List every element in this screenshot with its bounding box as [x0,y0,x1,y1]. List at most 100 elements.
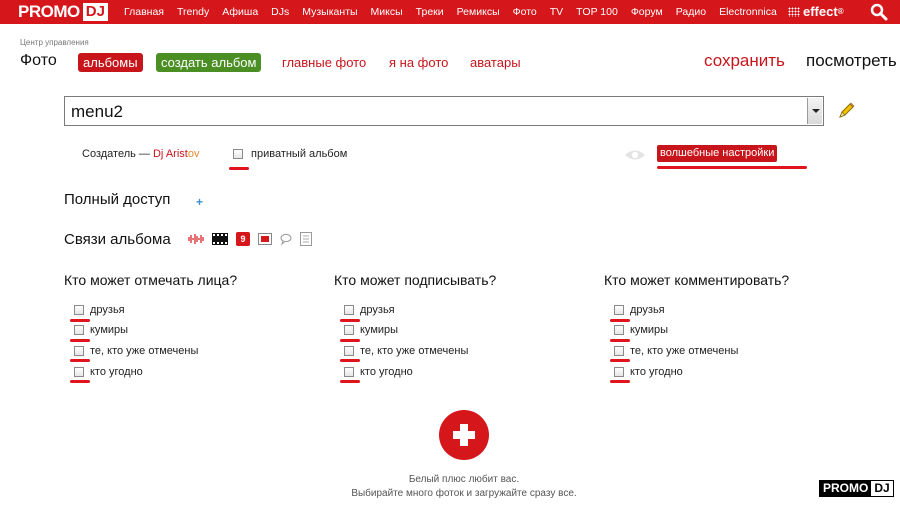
watermark-dj: DJ [871,481,893,496]
comment-icon[interactable] [280,233,292,245]
checkbox[interactable] [614,346,624,356]
film-icon[interactable] [212,233,228,245]
red-underline-mark [340,319,360,322]
creator-name-part2: ov [187,148,200,160]
nav-item-electronnica[interactable]: Electronnica [719,6,777,18]
link-avatars[interactable]: аватары [470,55,521,70]
sign-option-idols[interactable]: кумиры [344,324,398,336]
upload-plus-button[interactable] [439,410,489,460]
upload-note-line1: Белый плюс любит вас. [408,474,520,485]
red-underline-mark [610,339,630,342]
nav-item-trendy[interactable]: Trendy [177,6,209,18]
option-label: кто угодно [90,366,143,378]
page-title: Фото [20,52,57,69]
red-underline-mark [70,359,90,362]
links-badge[interactable]: 9 [236,232,250,246]
comment-option-friends[interactable]: друзья [614,304,665,316]
option-label: кумиры [90,324,129,336]
red-underline-mark [340,359,360,362]
comment-option-idols[interactable]: кумиры [614,324,668,336]
add-access-icon[interactable]: + [196,195,203,209]
save-button[interactable]: сохранить [704,51,785,71]
checkbox[interactable] [614,325,624,335]
red-underline-mark [340,380,360,383]
search-icon[interactable] [870,3,888,21]
sign-option-tagged[interactable]: те, кто уже отмечены [344,345,468,357]
private-album-checkbox[interactable] [233,149,243,159]
album-links-title: Связи альбома [64,231,171,248]
effect-dots-icon [788,6,800,17]
checkbox[interactable] [344,305,354,315]
soundwave-icon[interactable] [188,233,204,245]
document-icon[interactable] [300,232,312,246]
private-album-label: приватный альбом [251,148,348,160]
checkbox[interactable] [614,367,624,377]
nav-item-forum[interactable]: Форум [631,6,663,18]
album-select[interactable]: menu2 [64,96,824,126]
breadcrumb[interactable]: Центр управления [20,38,89,47]
nav-item-mixes[interactable]: Миксы [371,6,403,18]
nav-item-tv[interactable]: TV [550,6,563,18]
nav-item-photo[interactable]: Фото [513,6,537,18]
tag-faces-option-idols[interactable]: кумиры [74,324,128,336]
logo-promo-text: PROMO [18,2,80,21]
checkbox[interactable] [74,367,84,377]
tag-faces-option-tagged[interactable]: те, кто уже отмечены [74,345,198,357]
nav-item-musicians[interactable]: Музыканты [302,6,357,18]
creator-name-part1: Dj Arist [152,148,188,160]
full-access-title: Полный доступ [64,191,171,208]
pencil-icon[interactable] [836,101,856,121]
checkbox[interactable] [74,305,84,315]
link-main-photos[interactable]: главные фото [282,55,366,70]
option-label: друзья [630,304,665,316]
tag-faces-option-anyone[interactable]: кто угодно [74,366,143,378]
promodj-logo[interactable]: PROMO DJ [18,1,108,23]
nav-item-djs[interactable]: DJs [271,6,289,18]
tag-faces-option-friends[interactable]: друзья [74,304,125,316]
comment-option-anyone[interactable]: кто угодно [614,366,683,378]
creator-line: Создатель — Dj Aristov [82,148,199,160]
magic-settings-button[interactable]: волшебные настройки [657,145,778,162]
effect-logo[interactable]: effect ® [788,4,844,19]
option-label: друзья [360,304,395,316]
red-underline-mark [70,339,90,342]
red-underline-mark [657,166,807,169]
checkbox[interactable] [344,346,354,356]
tab-albums[interactable]: альбомы [78,53,143,72]
checkbox[interactable] [344,367,354,377]
nav-item-main[interactable]: Главная [124,6,164,18]
red-underline-mark [229,167,249,170]
main-nav: Главная Trendy Афиша DJs Музыканты Миксы… [124,0,790,24]
link-me-in-photo[interactable]: я на фото [389,55,448,70]
logo-dj-text: DJ [82,3,108,21]
album-links-icons: 9 [188,232,320,246]
eye-icon[interactable] [624,148,646,162]
nav-item-afisha[interactable]: Афиша [222,6,258,18]
private-album-option[interactable]: приватный альбом [233,148,347,160]
creator-label: Создатель — [82,148,150,160]
nav-item-tracks[interactable]: Треки [416,6,444,18]
watermark-promo: PROMO [820,481,872,496]
checkbox[interactable] [74,346,84,356]
red-underline-mark [70,319,90,322]
nav-item-radio[interactable]: Радио [676,6,706,18]
nav-item-top100[interactable]: TOP 100 [576,6,618,18]
comment-title: Кто может комментировать? [604,272,790,288]
option-label: кумиры [360,324,399,336]
comment-option-tagged[interactable]: те, кто уже отмечены [614,345,738,357]
checkbox[interactable] [614,305,624,315]
create-album-button[interactable]: создать альбом [156,53,262,72]
view-button[interactable]: посмотреть [806,51,897,71]
checkbox[interactable] [74,325,84,335]
upload-note-line2: Выбирайте много фоток и загружайте сразу… [351,488,577,499]
creator-link[interactable]: Dj Aristov [153,148,199,160]
nav-item-remixes[interactable]: Ремиксы [457,6,500,18]
option-label: кто угодно [630,366,683,378]
sign-option-friends[interactable]: друзья [344,304,395,316]
chevron-down-icon[interactable] [807,98,822,124]
checkbox[interactable] [344,325,354,335]
album-select-value: menu2 [71,102,123,121]
video-icon[interactable] [258,233,272,245]
option-label: кто угодно [360,366,413,378]
sign-option-anyone[interactable]: кто угодно [344,366,413,378]
